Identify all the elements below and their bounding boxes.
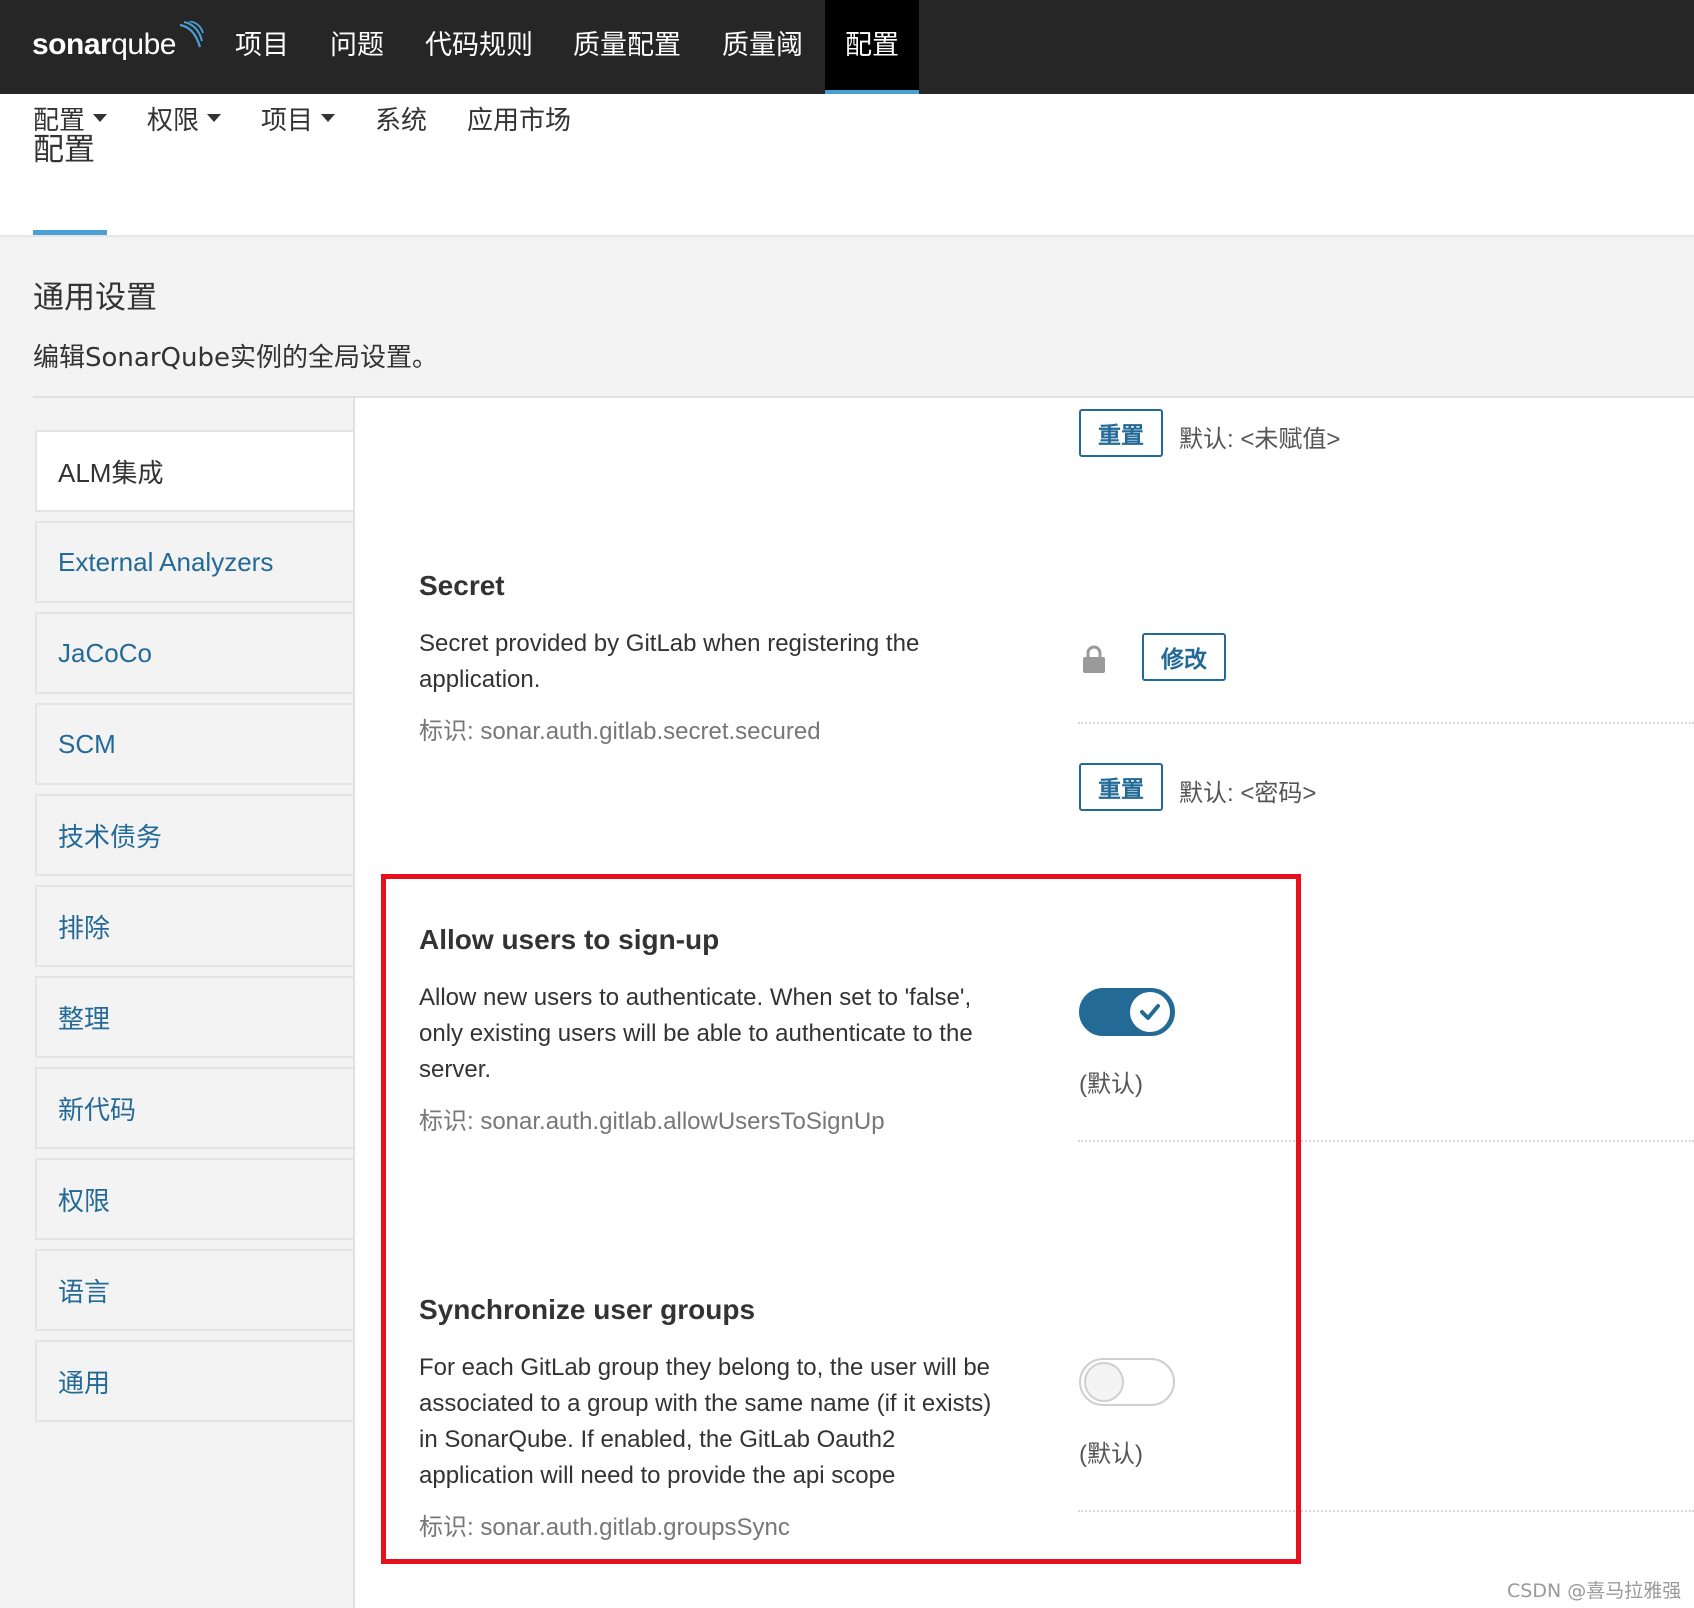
section-title: 通用设置 [33, 280, 157, 316]
lock-icon [1083, 645, 1105, 673]
category-permissions[interactable]: 权限 [35, 1158, 353, 1240]
nav-quality-profiles[interactable]: 质量配置 [573, 0, 681, 94]
change-secret-button[interactable]: 修改 [1142, 633, 1226, 681]
subnav-label: 配置 [33, 105, 86, 136]
setting-description-secret: Secret provided by GitLab when registeri… [419, 626, 1019, 698]
caret-down-icon [207, 114, 222, 122]
description-line: application. [419, 666, 541, 693]
category-general[interactable]: 通用 [35, 1340, 353, 1422]
logo-text-bold: sonar [32, 28, 112, 61]
divider [1078, 722, 1694, 724]
reset-secret-button[interactable]: 重置 [1079, 763, 1163, 811]
default-value-text: 默认: <未赋值> [1179, 426, 1341, 453]
category-external-analyzers[interactable]: External Analyzers [35, 521, 353, 603]
sonarqube-logo[interactable]: sonar qube [32, 20, 204, 70]
caret-down-icon [93, 114, 108, 122]
subnav-configuration[interactable]: 配置 [33, 98, 108, 138]
category-exclusions[interactable]: 排除 [35, 885, 353, 967]
nav-administration[interactable]: 配置 [825, 0, 919, 94]
category-scm[interactable]: SCM [35, 703, 353, 785]
nav-quality-gates[interactable]: 质量阈 [722, 0, 803, 94]
sonar-waves-icon [179, 21, 204, 48]
subnav-marketplace[interactable]: 应用市场 [467, 98, 571, 138]
logo-text-light: qube [111, 28, 176, 61]
category-new-code[interactable]: 新代码 [35, 1067, 353, 1149]
subnav-projects[interactable]: 项目 [261, 98, 336, 138]
active-tab-indicator [33, 230, 107, 235]
default-value-text: 默认: <密码> [1179, 780, 1317, 807]
setting-title-secret: Secret [419, 570, 505, 601]
top-navbar: sonar qube 项目 问题 代码规则 质量配置 质量阈 配置 [0, 0, 1694, 94]
nav-issues[interactable]: 问题 [330, 0, 384, 94]
nav-rules[interactable]: 代码规则 [425, 0, 533, 94]
category-languages[interactable]: 语言 [35, 1249, 353, 1331]
nav-projects[interactable]: 项目 [235, 0, 289, 94]
page-header: 配置 [0, 94, 1694, 237]
category-technical-debt[interactable]: 技术债务 [35, 794, 353, 876]
caret-down-icon [321, 114, 336, 122]
category-jacoco[interactable]: JaCoCo [35, 612, 353, 694]
category-alm-integration[interactable]: ALM集成 [35, 430, 353, 512]
subnav-label: 项目 [261, 105, 314, 136]
subnav-label: 权限 [147, 105, 200, 136]
category-housekeeping[interactable]: 整理 [35, 976, 353, 1058]
subnav-security[interactable]: 权限 [147, 98, 222, 138]
section-description: 编辑SonarQube实例的全局设置。 [33, 343, 438, 373]
description-line: Secret provided by GitLab when registeri… [419, 630, 920, 657]
highlight-box [381, 874, 1301, 1564]
subnav-system[interactable]: 系统 [375, 98, 427, 138]
watermark: CSDN @喜马拉雅强 [1507, 1580, 1682, 1602]
reset-button[interactable]: 重置 [1079, 409, 1163, 457]
setting-key-secret: 标识: sonar.auth.gitlab.secret.secured [419, 718, 821, 745]
